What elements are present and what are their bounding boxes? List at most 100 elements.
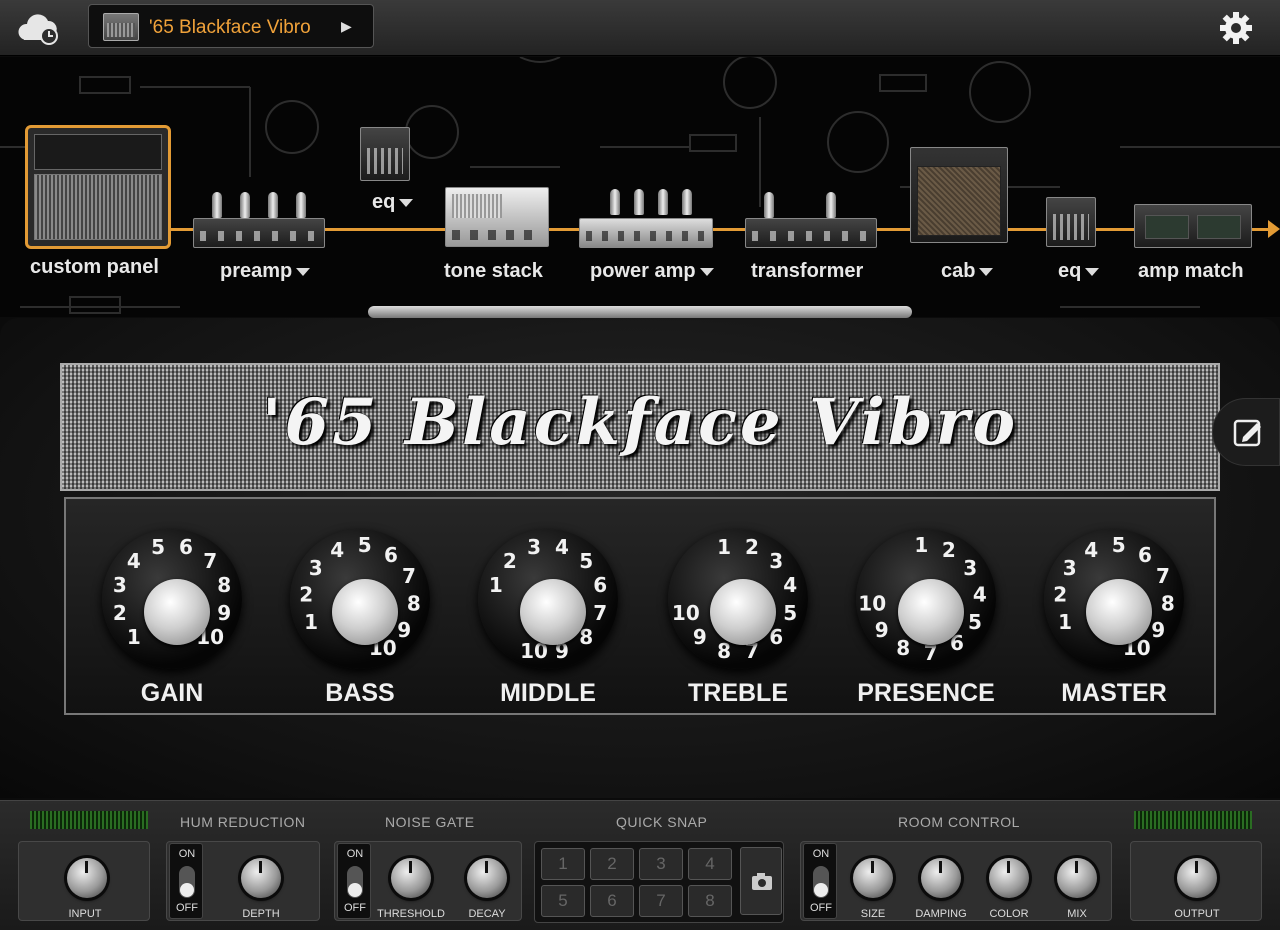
- snap-slot-4[interactable]: 4: [688, 848, 732, 880]
- section-noise-gate: NOISE GATE: [385, 814, 475, 830]
- tube-icon: [296, 192, 306, 218]
- module-label-custom-panel[interactable]: custom panel: [30, 256, 159, 279]
- module-eq-post[interactable]: [1046, 197, 1096, 247]
- damping-knob[interactable]: [921, 858, 961, 898]
- module-label-eq-post[interactable]: eq: [1058, 260, 1100, 283]
- tube-icon: [764, 192, 774, 218]
- knob-presence[interactable]: 1 2 3 4 5 6 7 8 9 10 PRESENCE: [851, 499, 1001, 707]
- module-label-eq-pre[interactable]: eq: [372, 191, 414, 214]
- dial-number: 9: [397, 618, 411, 642]
- treble-knob[interactable]: 1 2 3 4 5 6 7 8 9 10: [668, 529, 808, 669]
- edit-icon: [1233, 419, 1261, 447]
- dial-number: 4: [330, 538, 344, 562]
- module-tone-stack[interactable]: [445, 187, 549, 247]
- gain-knob[interactable]: 1 2 3 4 5 6 7 8 9 10: [102, 529, 242, 669]
- knob-gain[interactable]: 1 2 3 4 5 6 7 8 9 10 GAIN: [97, 499, 247, 707]
- color-knob[interactable]: [989, 858, 1029, 898]
- module-label-power-amp[interactable]: power amp: [590, 260, 714, 283]
- mix-knob[interactable]: [1057, 858, 1097, 898]
- dial-number: 9: [693, 625, 707, 649]
- presence-knob[interactable]: 1 2 3 4 5 6 7 8 9 10: [856, 529, 996, 669]
- module-custom-panel[interactable]: [25, 125, 171, 249]
- dial-number: 5: [783, 601, 797, 625]
- knob-master[interactable]: 1 2 3 4 5 6 7 8 9 10 MASTER: [1039, 499, 1189, 707]
- dial-number: 7: [402, 564, 416, 588]
- play-arrow-icon[interactable]: ▶: [341, 18, 352, 35]
- module-transformer[interactable]: [745, 218, 877, 248]
- dial-number: 1: [1058, 610, 1072, 634]
- module-label-tone-stack[interactable]: tone stack: [444, 260, 543, 283]
- module-preamp[interactable]: [193, 218, 325, 248]
- snap-slot-7[interactable]: 7: [639, 885, 683, 917]
- module-cab[interactable]: [910, 147, 1008, 243]
- snap-slot-1[interactable]: 1: [541, 848, 585, 880]
- dial-number: 5: [968, 610, 982, 634]
- dial-number: 10: [858, 592, 886, 616]
- dial-number: 7: [1156, 564, 1170, 588]
- dial-number: 8: [717, 639, 731, 663]
- output-knob[interactable]: [1177, 858, 1217, 898]
- dial-number: 2: [1053, 582, 1067, 606]
- tube-icon: [268, 192, 278, 218]
- dial-number: 3: [527, 535, 541, 559]
- chevron-down-icon: [399, 198, 414, 207]
- treble-label: TREBLE: [688, 679, 788, 707]
- dial-number: 2: [745, 535, 759, 559]
- bass-knob[interactable]: 1 2 3 4 5 6 7 8 9 10: [290, 529, 430, 669]
- signal-chain: custom panel preamp eq tone stack power …: [0, 57, 1280, 317]
- module-amp-match[interactable]: [1134, 204, 1252, 248]
- knob-treble[interactable]: 1 2 3 4 5 6 7 8 9 10 TREBLE: [663, 499, 813, 707]
- gear-icon[interactable]: [1216, 8, 1256, 48]
- dial-number: 1: [304, 610, 318, 634]
- master-label: MASTER: [1061, 679, 1167, 707]
- dial-number: 6: [384, 543, 398, 567]
- snap-slot-6[interactable]: 6: [590, 885, 634, 917]
- snap-slot-2[interactable]: 2: [590, 848, 634, 880]
- size-knob[interactable]: [853, 858, 893, 898]
- dial-number: 1: [489, 573, 503, 597]
- hum-reduction-switch[interactable]: ON OFF: [169, 843, 203, 919]
- depth-knob[interactable]: [241, 858, 281, 898]
- dial-number: 5: [151, 535, 165, 559]
- module-label-transformer[interactable]: transformer: [751, 260, 863, 283]
- tube-icon: [634, 189, 644, 215]
- module-power-amp[interactable]: [579, 218, 713, 248]
- dial-number: 9: [1151, 618, 1165, 642]
- dial-number: 9: [875, 618, 889, 642]
- snapshot-button[interactable]: [740, 847, 782, 915]
- preset-selector[interactable]: '65 Blackface Vibro ▶: [88, 4, 374, 48]
- noise-gate-unit: ON OFF THRESHOLD DECAY: [334, 841, 522, 921]
- dial-number: 8: [1161, 592, 1175, 616]
- snap-slot-3[interactable]: 3: [639, 848, 683, 880]
- threshold-knob[interactable]: [391, 858, 431, 898]
- edit-button[interactable]: [1212, 398, 1280, 466]
- master-knob[interactable]: 1 2 3 4 5 6 7 8 9 10: [1044, 529, 1184, 669]
- decay-knob[interactable]: [467, 858, 507, 898]
- module-eq-pre[interactable]: [360, 127, 410, 181]
- dial-number: 8: [217, 573, 231, 597]
- input-knob[interactable]: [67, 858, 107, 898]
- knob-bass[interactable]: 1 2 3 4 5 6 7 8 9 10 BASS: [285, 499, 435, 707]
- amp-grill-thumbnail: [34, 174, 162, 240]
- snap-slot-8[interactable]: 8: [688, 885, 732, 917]
- snap-slot-5[interactable]: 5: [541, 885, 585, 917]
- dial-number: 2: [299, 582, 313, 606]
- module-label-cab[interactable]: cab: [941, 260, 994, 283]
- output-meter: [1134, 811, 1252, 829]
- dial-number: 4: [127, 549, 141, 573]
- tube-icon: [212, 192, 222, 218]
- cloud-icon[interactable]: [16, 10, 62, 46]
- signal-path: [170, 228, 1270, 231]
- tube-icon: [610, 189, 620, 215]
- knob-middle[interactable]: 1 2 3 4 5 6 7 8 9 10 MIDDLE: [473, 499, 623, 707]
- dial-number: 3: [963, 556, 977, 580]
- dial-number: 8: [896, 636, 910, 660]
- amp-title: '65 Blackface Vibro: [261, 385, 1019, 460]
- depth-label: DEPTH: [242, 908, 280, 920]
- middle-knob[interactable]: 1 2 3 4 5 6 7 8 9 10: [478, 529, 618, 669]
- module-label-preamp[interactable]: preamp: [220, 260, 311, 283]
- chevron-down-icon: [296, 267, 311, 276]
- section-hum-reduction: HUM REDUCTION: [180, 814, 306, 830]
- dial-number: 4: [783, 573, 797, 597]
- module-label-amp-match[interactable]: amp match: [1138, 260, 1244, 283]
